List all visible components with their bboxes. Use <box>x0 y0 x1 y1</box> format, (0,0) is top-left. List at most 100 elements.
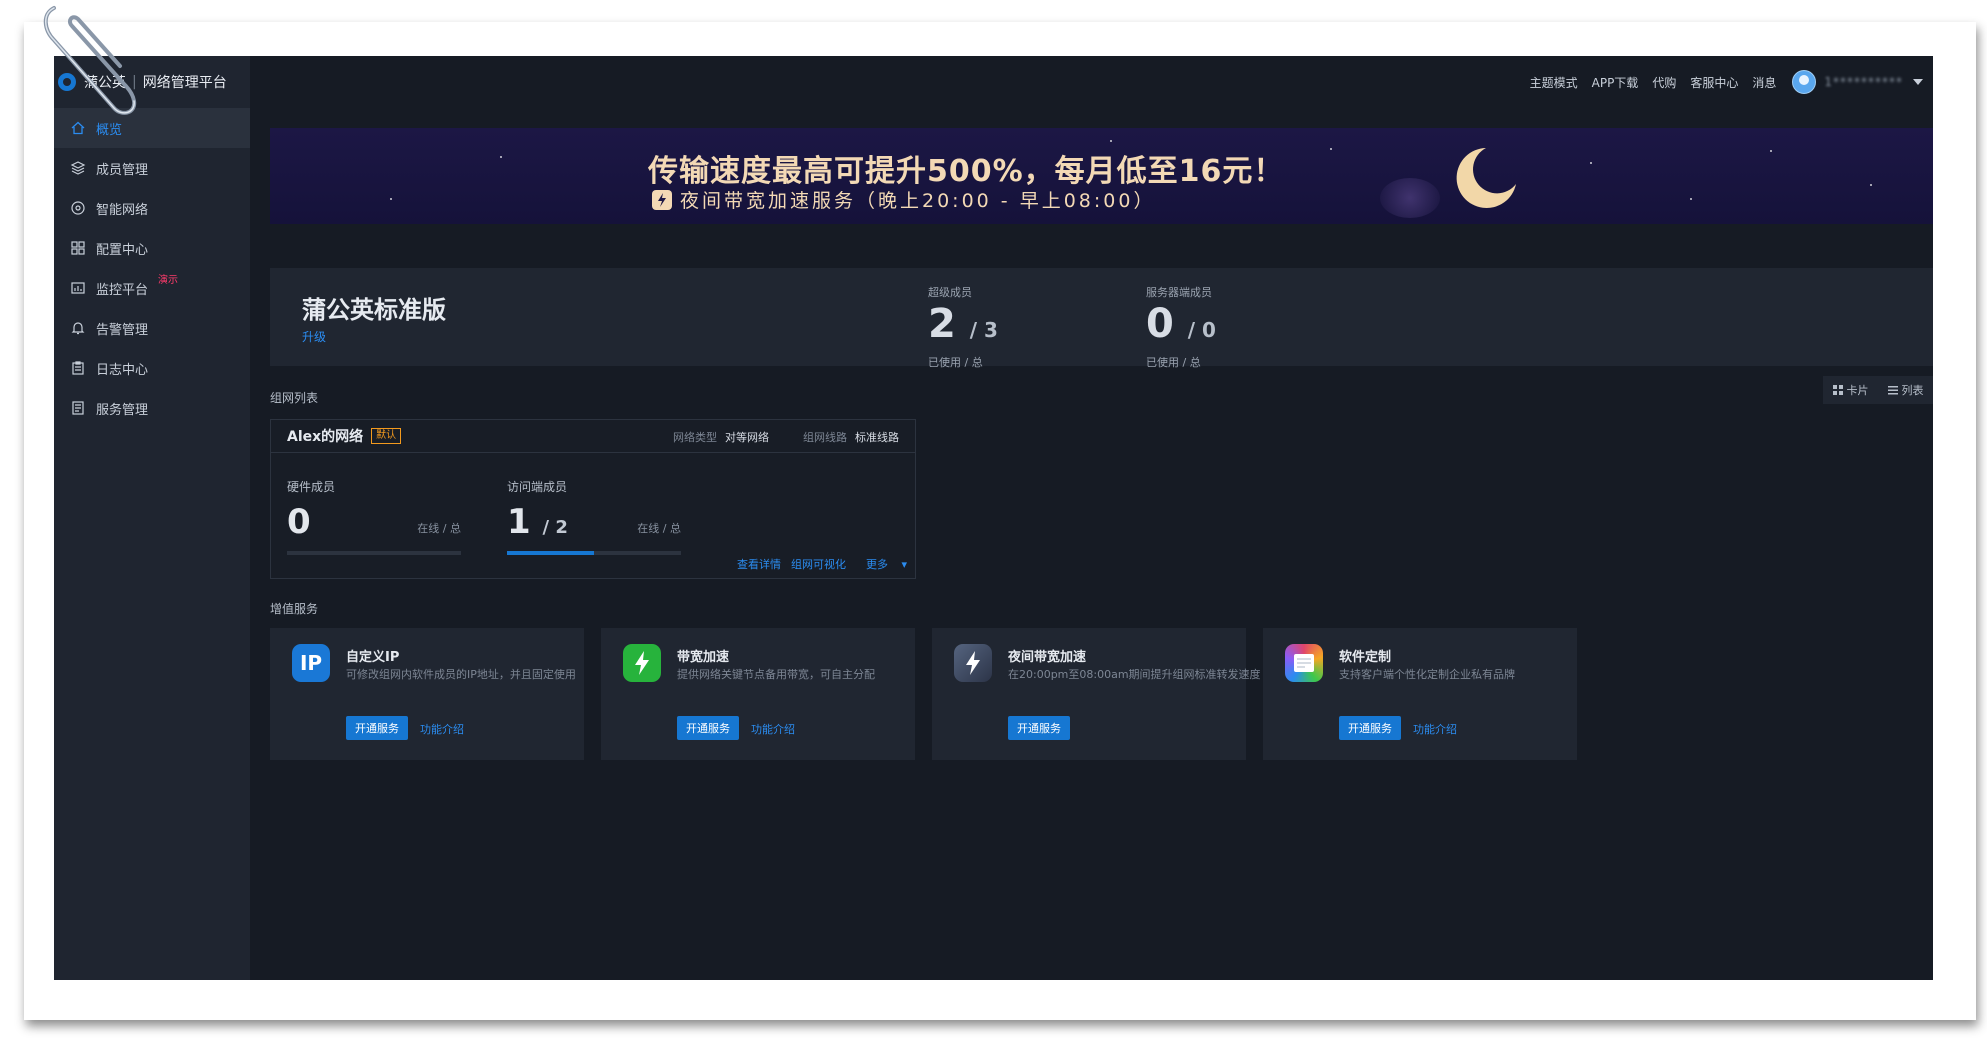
service-desc: 可修改组网内软件成员的IP地址，并且固定使用 <box>346 668 576 681</box>
avatar[interactable] <box>1792 70 1817 94</box>
star-decoration <box>390 198 392 200</box>
stat-value: 0 / 0 <box>1146 300 1216 354</box>
feature-intro-link[interactable]: 功能介绍 <box>1413 721 1457 737</box>
banner-subline-text: 夜间带宽加速服务（晚上20:00 - 早上08:00） <box>680 190 1156 212</box>
plan-title: 蒲公英标准版 <box>302 296 446 324</box>
activate-service-button[interactable]: 开通服务 <box>1339 716 1401 740</box>
grid-small-icon <box>1832 385 1843 395</box>
sidebar-item-alerts[interactable]: 告警管理 <box>54 308 250 348</box>
promo-banner[interactable]: 传输速度最高可提升500%，每月低至16元！ 夜间带宽加速服务（晚上20:00 … <box>270 128 1933 224</box>
sidebar-item-label: 成员管理 <box>96 162 149 178</box>
member-hint: 在线 / 总 <box>637 522 681 535</box>
card-view-button[interactable]: 卡片 <box>1832 382 1869 398</box>
network-type-value: 对等网络 <box>725 431 769 444</box>
stat-value: 2 / 3 <box>928 300 998 354</box>
service-desc: 在20:00pm至08:00am期间提升组网标准转发速度 <box>1008 668 1261 681</box>
services-label: 增值服务 <box>270 602 319 616</box>
sidebar-item-members[interactable]: 成员管理 <box>54 148 250 188</box>
lightning-icon <box>623 644 661 682</box>
service-desc: 提供网络关键节点备用带宽，可自主分配 <box>677 668 875 681</box>
star-decoration <box>1690 198 1692 200</box>
service-card-custom-software: 软件定制 支持客户端个性化定制企业私有品牌 开通服务 功能介绍 <box>1263 628 1577 760</box>
default-tag: 默认 <box>371 428 402 444</box>
stat-used: 2 <box>928 301 956 347</box>
stat-label: 超级成员 <box>928 286 972 299</box>
upgrade-link[interactable]: 升级 <box>302 328 326 345</box>
brand-product: 网络管理平台 <box>142 75 227 91</box>
sidebar-item-label: 配置中心 <box>96 242 149 258</box>
star-decoration <box>1590 162 1592 164</box>
service-card-custom-ip: IP 自定义IP 可修改组网内软件成员的IP地址，并且固定使用 开通服务 功能介… <box>270 628 584 760</box>
network-name: Alex的网络 <box>287 429 364 445</box>
network-list-label: 组网列表 <box>270 391 319 405</box>
home-icon <box>70 120 86 136</box>
stat-sub: 已使用 / 总 <box>928 356 983 369</box>
stat-used: 0 <box>1146 301 1174 347</box>
service-desc: 支持客户端个性化定制企业私有品牌 <box>1339 668 1515 681</box>
username[interactable]: 1********** <box>1824 75 1903 89</box>
star-decoration <box>1330 148 1332 150</box>
document-icon <box>70 400 86 416</box>
messages-link[interactable]: 消息 <box>1752 74 1776 91</box>
stat-total: / 0 <box>1187 318 1216 342</box>
network-card-links: 查看详情 组网可视化 更多 ▾ <box>727 556 907 572</box>
sidebar-item-smart-network[interactable]: 智能网络 <box>54 188 250 228</box>
network-icon <box>70 200 86 216</box>
lightning-icon <box>652 189 672 210</box>
list-view-label: 列表 <box>1901 384 1924 397</box>
more-dropdown[interactable]: 更多 ▾ <box>856 556 907 572</box>
app-screen: 蒲公英 | 网络管理平台 概览 成员管理 智能网络 配置中心 监控平台 演示 告… <box>54 56 1933 980</box>
theme-mode-link[interactable]: 主题模式 <box>1530 74 1578 91</box>
star-decoration <box>1770 150 1772 152</box>
clipboard-icon <box>70 360 86 376</box>
list-view-button[interactable]: 列表 <box>1887 382 1924 398</box>
ip-icon: IP <box>292 644 330 682</box>
star-decoration <box>500 156 502 158</box>
activate-service-button[interactable]: 开通服务 <box>1008 716 1070 740</box>
chevron-down-icon[interactable] <box>1913 79 1923 85</box>
network-card[interactable]: Alex的网络 默认 网络类型 对等网络 组网线路 标准线路 硬件成员 0 在线… <box>270 419 916 579</box>
sidebar-item-services[interactable]: 服务管理 <box>54 388 250 428</box>
stat-sub: 已使用 / 总 <box>1146 356 1201 369</box>
app-download-link[interactable]: APP下载 <box>1592 74 1639 91</box>
member-label: 访问端成员 <box>507 480 568 494</box>
service-card-bandwidth: 带宽加速 提供网络关键节点备用带宽，可自主分配 开通服务 功能介绍 <box>601 628 915 760</box>
service-name: 带宽加速 <box>677 650 730 665</box>
purchase-link[interactable]: 代购 <box>1652 74 1676 91</box>
server-member-stat: 服务器端成员 0 / 0 已使用 / 总 <box>1146 284 1216 370</box>
hardware-member-block: 硬件成员 0 在线 / 总 <box>287 478 461 555</box>
member-total: / 2 <box>542 517 568 538</box>
sidebar-item-monitor[interactable]: 监控平台 演示 <box>54 268 250 308</box>
sidebar-nav: 概览 成员管理 智能网络 配置中心 监控平台 演示 告警管理 日志中心 服务管理 <box>54 108 250 428</box>
member-hint: 在线 / 总 <box>417 522 461 535</box>
layers-icon <box>70 160 86 176</box>
sidebar-item-label: 监控平台 <box>96 282 149 298</box>
night-lightning-icon <box>954 644 992 682</box>
member-online: 1 <box>507 502 531 542</box>
moon-icon <box>1456 148 1516 208</box>
glow-decoration <box>1380 178 1440 218</box>
plan-panel: 蒲公英标准版 升级 超级成员 2 / 3 已使用 / 总 服务器端成员 0 / … <box>270 268 1933 369</box>
feature-intro-link[interactable]: 功能介绍 <box>751 721 795 737</box>
network-visualization-link[interactable]: 组网可视化 <box>791 556 846 572</box>
member-online: 0 <box>287 502 311 542</box>
star-decoration <box>1870 184 1872 186</box>
top-bar: 主题模式 APP下载 代购 客服中心 消息 1********** <box>250 56 1933 108</box>
activate-service-button[interactable]: 开通服务 <box>677 716 739 740</box>
paperclip-icon <box>43 6 137 115</box>
sidebar-item-config[interactable]: 配置中心 <box>54 228 250 268</box>
activate-service-button[interactable]: 开通服务 <box>346 716 408 740</box>
feature-intro-link[interactable]: 功能介绍 <box>420 721 464 737</box>
view-details-link[interactable]: 查看详情 <box>737 556 781 572</box>
support-center-link[interactable]: 客服中心 <box>1690 74 1738 91</box>
demo-badge: 演示 <box>158 275 178 286</box>
stat-label: 服务器端成员 <box>1146 286 1212 299</box>
ip-icon-text: IP <box>299 651 323 675</box>
service-name: 软件定制 <box>1339 650 1392 665</box>
sidebar-item-logs[interactable]: 日志中心 <box>54 348 250 388</box>
monitor-icon <box>70 280 86 296</box>
banner-subline: 夜间带宽加速服务（晚上20:00 - 早上08:00） <box>652 186 1155 213</box>
custom-software-icon <box>1285 644 1323 682</box>
grid-icon <box>70 240 86 256</box>
member-progress-bar <box>287 551 461 555</box>
